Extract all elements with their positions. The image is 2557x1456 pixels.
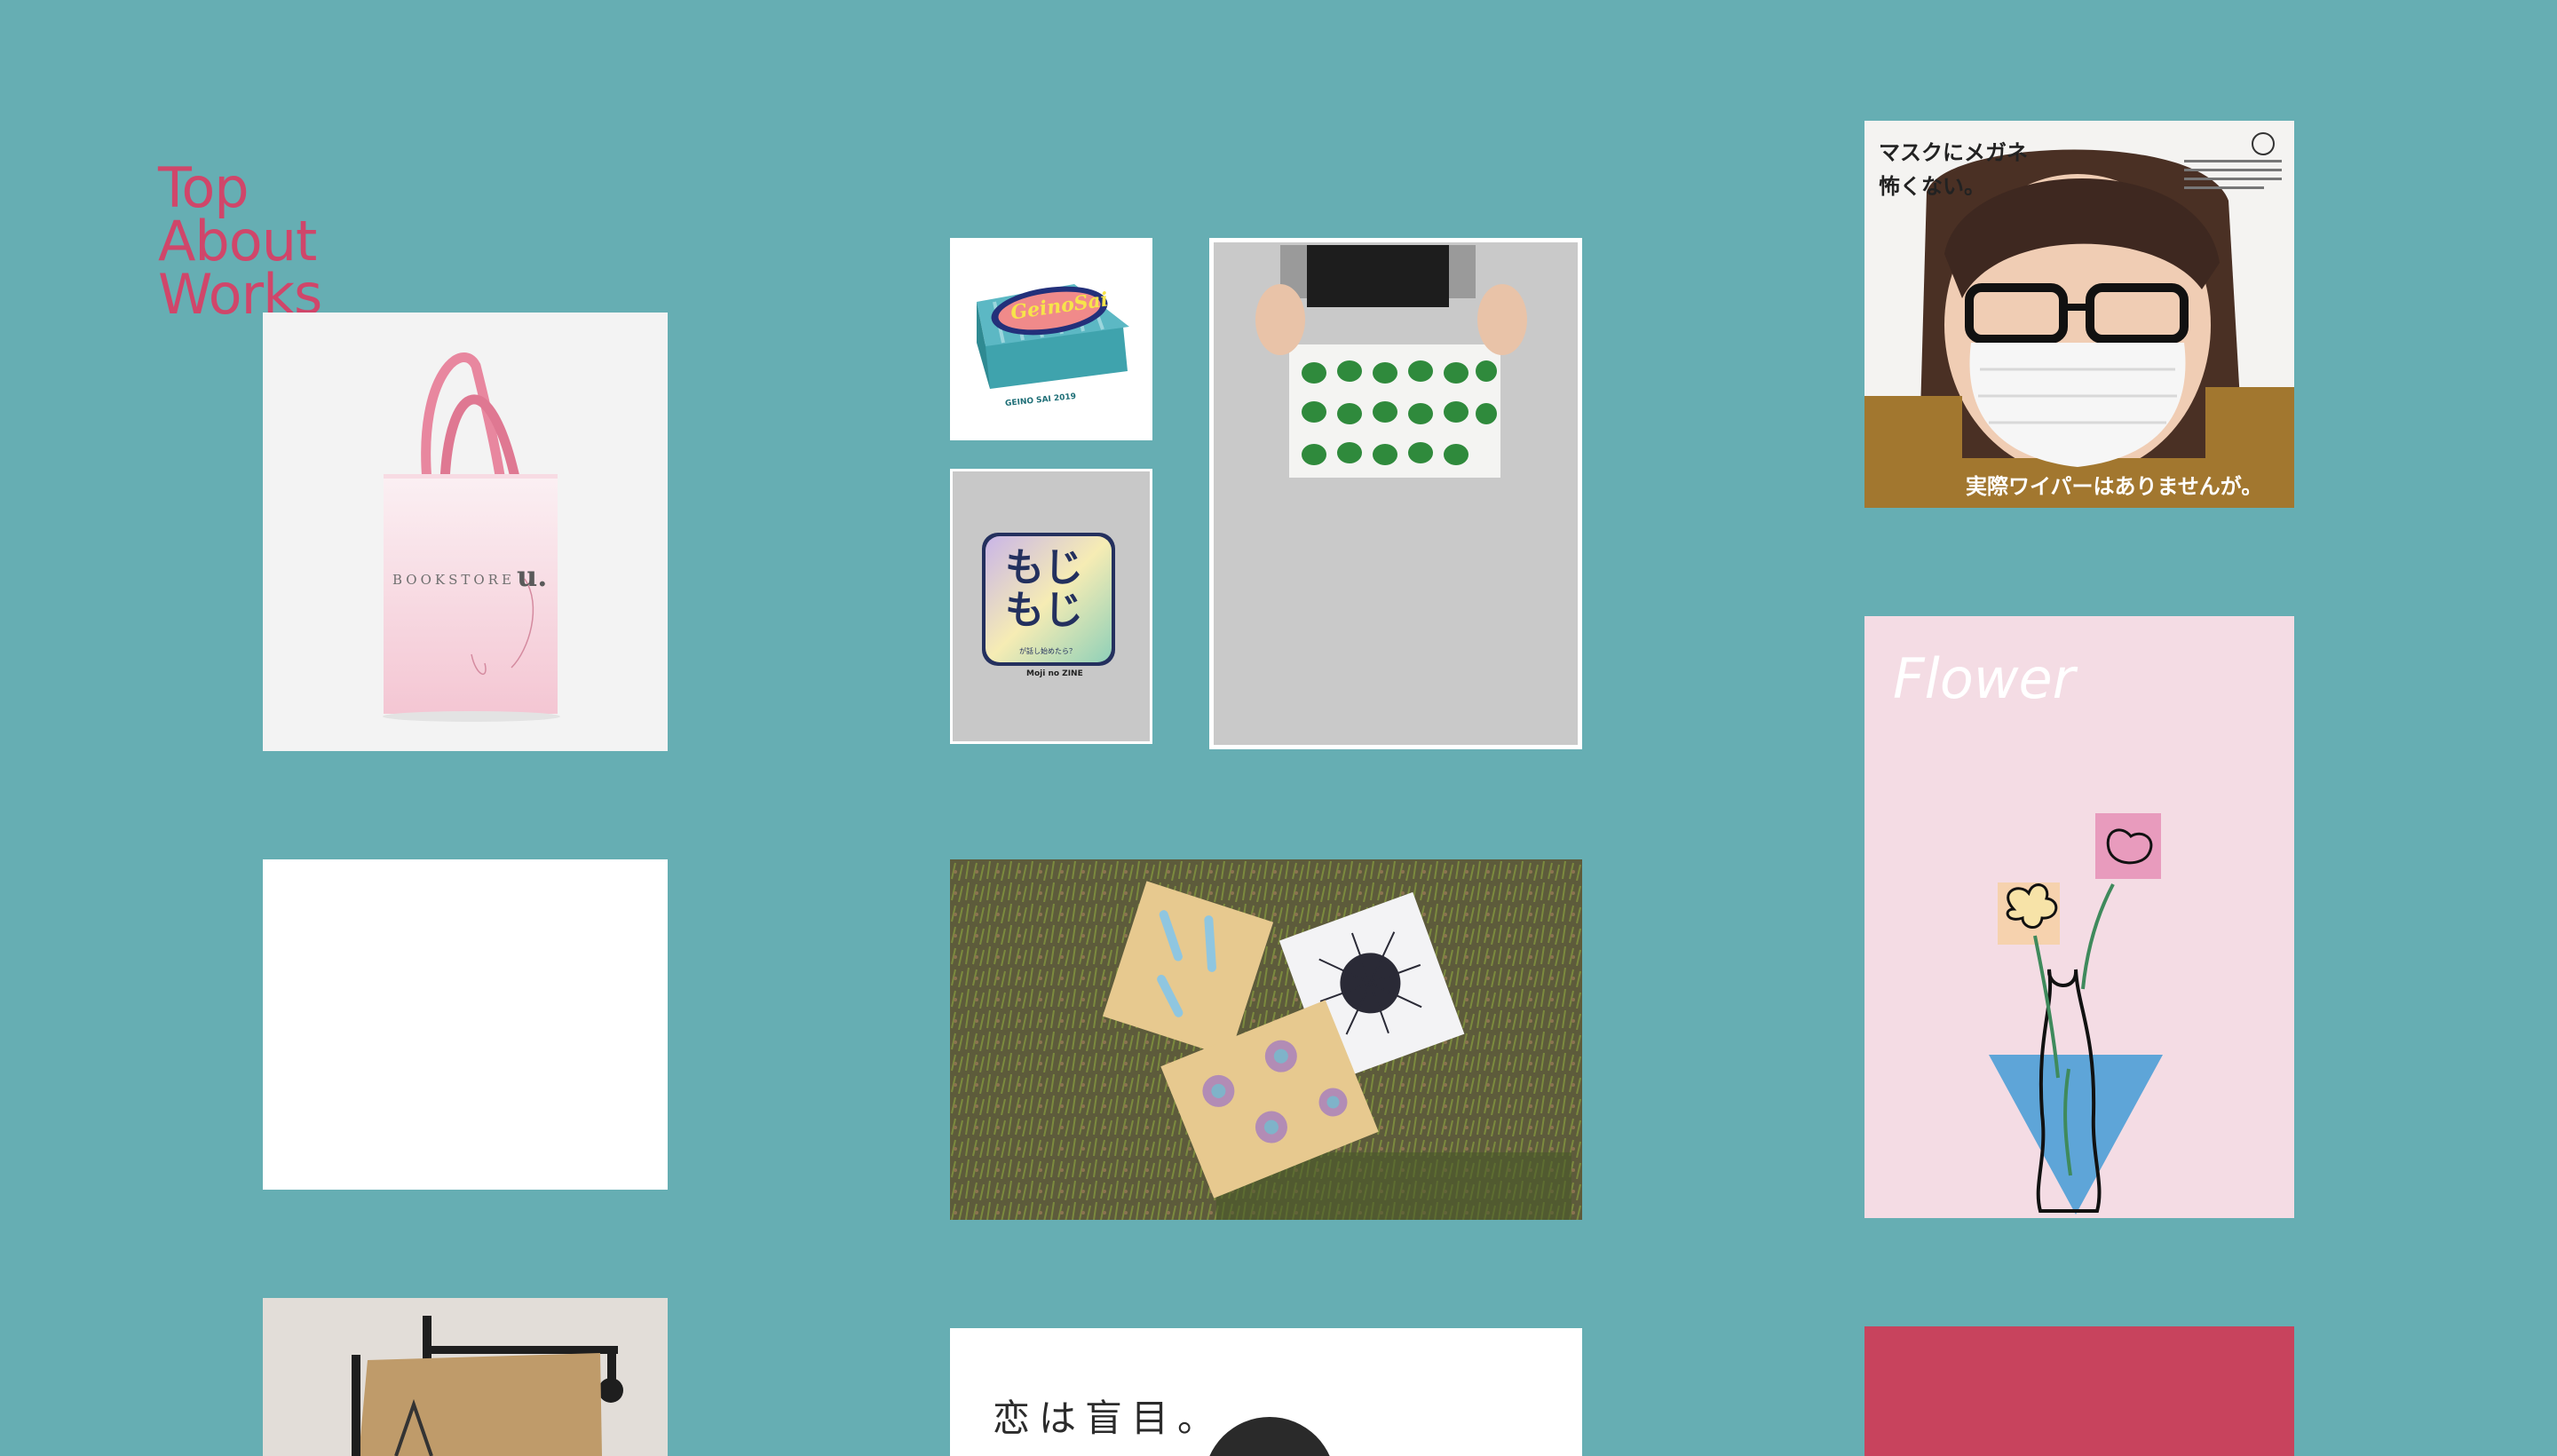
work-red-tile[interactable] — [1864, 1326, 2294, 1456]
main-nav: Top About Works — [158, 161, 322, 322]
koi-headline: 恋は盲目。 — [993, 1397, 1224, 1440]
work-koi-poster[interactable]: 恋は盲目。 — [950, 1328, 1582, 1456]
signboard-illustration — [263, 1298, 668, 1456]
geinosai-box-illustration — [977, 284, 1129, 389]
shopping-bag-illustration — [383, 352, 560, 722]
moji-zine-caption: が話し始めたら？ — [1019, 647, 1076, 655]
work-sticker-sheet[interactable] — [1209, 238, 1582, 749]
work-flower-poster[interactable]: Flower — [1864, 616, 2294, 1218]
work-wrapping-paper[interactable] — [950, 859, 1582, 1220]
bookstore-mark: u. — [517, 559, 548, 593]
work-mask-poster[interactable]: マスクにメガネ 怖くない。 実際ワイパーはありませんが。 — [1864, 121, 2294, 508]
sticker-sheet-photo — [1255, 245, 1527, 478]
nav-about-link[interactable]: About — [158, 214, 321, 269]
moji-zine-title: もじもじ — [1005, 545, 1083, 633]
work-blank-tile[interactable] — [263, 859, 668, 1190]
work-signboard[interactable] — [263, 1298, 668, 1456]
flower-title: Flower — [1893, 646, 2076, 711]
moji-zine-subtitle: Moji no ZINE — [1026, 669, 1083, 678]
work-moji-zine[interactable]: もじもじ が話し始めたら？ Moji no ZINE — [950, 469, 1152, 744]
wrapping-paper-photo — [950, 859, 1582, 1220]
mask-tagline: 実際ワイパーはありませんが。 — [1966, 474, 2263, 499]
work-bookstore-bag[interactable]: BOOKSTORE u. — [263, 313, 668, 751]
bookstore-brand: BOOKSTORE — [392, 572, 515, 588]
koi-hair-shape — [1204, 1417, 1335, 1456]
mask-headline-2: 怖くない。 — [1879, 174, 1985, 199]
nav-top-link[interactable]: Top — [158, 161, 321, 216]
work-geinosai-box[interactable]: GeinoSai GEINO SAI 2019 — [950, 238, 1152, 440]
mask-headline-1: マスクにメガネ — [1879, 140, 2028, 165]
